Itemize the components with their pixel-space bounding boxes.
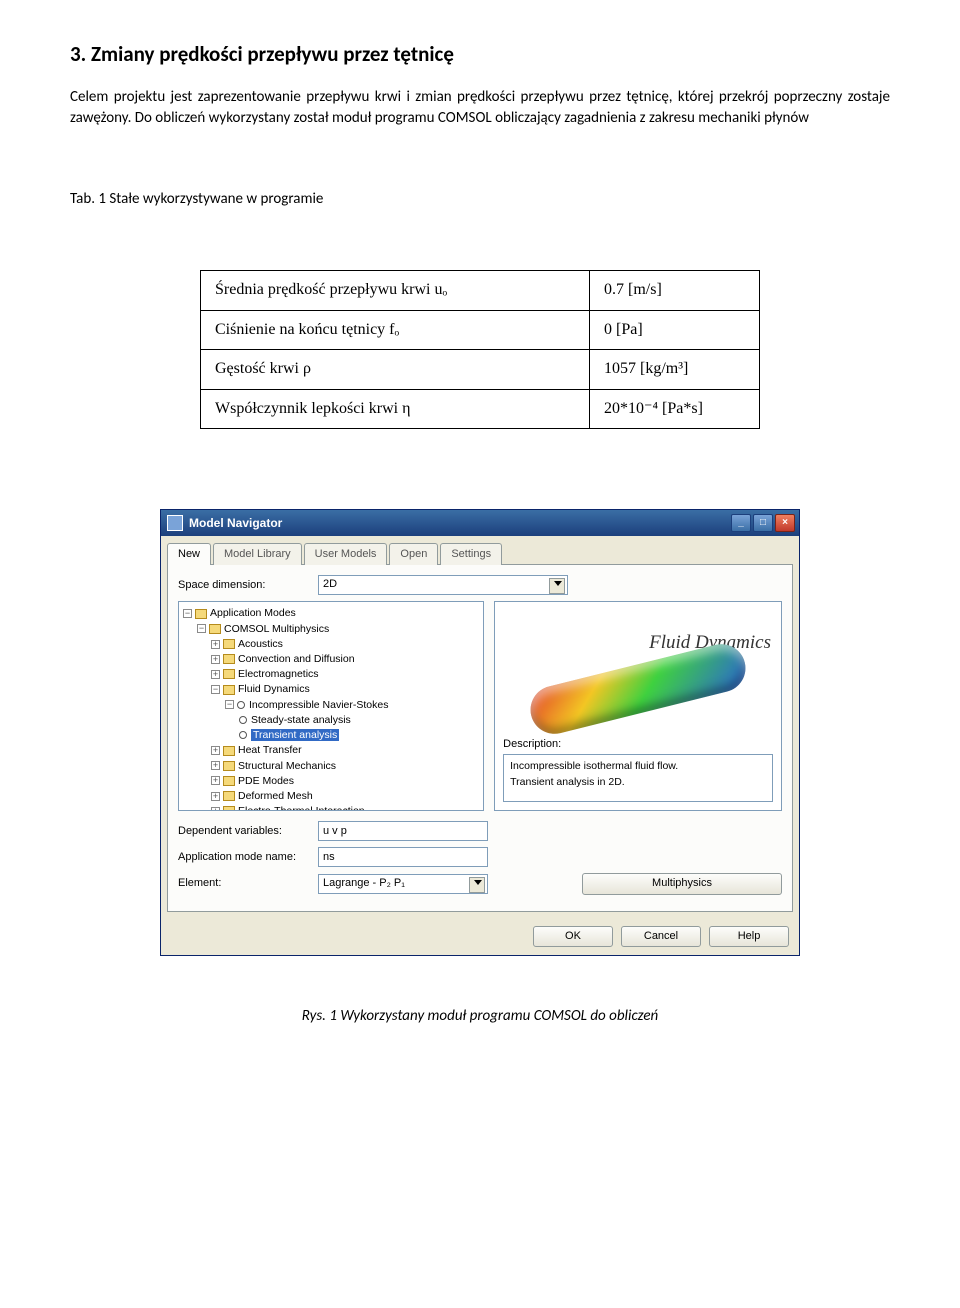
tab-settings[interactable]: Settings <box>440 543 502 565</box>
tree-item[interactable]: Acoustics <box>238 638 283 650</box>
minimize-button[interactable]: _ <box>731 514 751 532</box>
application-modes-tree[interactable]: −Application Modes −COMSOL Multiphysics … <box>178 601 484 811</box>
chevron-down-icon <box>554 581 562 586</box>
table-row: Współczynnik lepkości krwi η 20*10⁻⁴ [Pa… <box>201 389 760 428</box>
tab-new[interactable]: New <box>167 543 211 565</box>
tree-item[interactable]: Electromagnetics <box>238 668 319 680</box>
multiphysics-button[interactable]: Multiphysics <box>582 873 782 894</box>
const-name: Gęstość krwi ρ <box>201 350 590 389</box>
tab-strip: New Model Library User Models Open Setti… <box>161 536 799 564</box>
tree-item[interactable]: Structural Mechanics <box>238 760 336 772</box>
dependent-variables-label: Dependent variables: <box>178 824 318 839</box>
const-value: 0 [Pa] <box>590 310 760 349</box>
tab-user-models[interactable]: User Models <box>304 543 388 565</box>
folder-icon <box>223 776 235 786</box>
tree-item[interactable]: PDE Modes <box>238 775 294 787</box>
element-label: Element: <box>178 876 318 891</box>
tree-comsol[interactable]: COMSOL Multiphysics <box>224 623 329 635</box>
expand-icon[interactable]: + <box>211 670 220 679</box>
folder-icon <box>223 669 235 679</box>
cancel-button[interactable]: Cancel <box>621 926 701 947</box>
tree-steady-state[interactable]: Steady-state analysis <box>251 714 351 726</box>
collapse-icon[interactable]: − <box>183 609 192 618</box>
folder-icon <box>223 685 235 695</box>
collapse-icon[interactable]: − <box>197 624 206 633</box>
node-icon <box>239 716 247 724</box>
intro-paragraph: Celem projektu jest zaprezentowanie prze… <box>70 87 890 129</box>
tree-item[interactable]: Convection and Diffusion <box>238 653 355 665</box>
maximize-button[interactable]: □ <box>753 514 773 532</box>
description-line: Incompressible isothermal fluid flow. <box>510 759 766 775</box>
constants-table: Średnia prędkość przepływu krwi uₒ 0.7 [… <box>200 270 760 429</box>
mode-name-label: Application mode name: <box>178 850 318 865</box>
fluid-dynamics-illustration <box>526 639 751 739</box>
folder-icon <box>223 746 235 756</box>
const-name: Średnia prędkość przepływu krwi uₒ <box>201 271 590 310</box>
space-dimension-select[interactable]: 2D <box>318 575 568 595</box>
help-button[interactable]: Help <box>709 926 789 947</box>
section-heading: 3. Zmiany prędkości przepływu przez tętn… <box>70 40 890 69</box>
expand-icon[interactable]: + <box>211 746 220 755</box>
folder-icon <box>223 654 235 664</box>
expand-icon[interactable]: + <box>211 776 220 785</box>
tree-root[interactable]: Application Modes <box>210 607 296 619</box>
folder-icon <box>223 761 235 771</box>
collapse-icon[interactable]: − <box>225 700 234 709</box>
table-row: Gęstość krwi ρ 1057 [kg/m³] <box>201 350 760 389</box>
element-value: Lagrange - P₂ P₁ <box>323 877 405 889</box>
ok-button[interactable]: OK <box>533 926 613 947</box>
tab-model-library[interactable]: Model Library <box>213 543 302 565</box>
preview-pane: Fluid Dynamics Description: Incompressib… <box>494 601 782 811</box>
tree-fluid-dynamics[interactable]: Fluid Dynamics <box>238 683 310 695</box>
description-line: Transient analysis in 2D. <box>510 775 766 791</box>
app-icon <box>167 515 183 531</box>
description-label: Description: <box>503 737 773 752</box>
expand-icon[interactable]: + <box>211 807 220 811</box>
expand-icon[interactable]: + <box>211 640 220 649</box>
tree-item[interactable]: Heat Transfer <box>238 744 302 756</box>
table-row: Ciśnienie na końcu tętnicy fₒ 0 [Pa] <box>201 310 760 349</box>
tree-transient-analysis[interactable]: Transient analysis <box>251 729 339 741</box>
node-icon <box>237 701 245 709</box>
description-box: Incompressible isothermal fluid flow. Tr… <box>503 754 773 802</box>
folder-icon <box>195 609 207 619</box>
folder-icon <box>209 624 221 634</box>
space-dimension-label: Space dimension: <box>178 578 318 593</box>
folder-icon <box>223 806 235 811</box>
expand-icon[interactable]: + <box>211 761 220 770</box>
tree-item[interactable]: Electro-Thermal Interaction <box>238 805 365 811</box>
mode-name-field[interactable] <box>318 847 488 867</box>
tab-panel-new: Space dimension: 2D −Application Modes −… <box>167 564 793 911</box>
tab-open[interactable]: Open <box>389 543 438 565</box>
const-value: 1057 [kg/m³] <box>590 350 760 389</box>
chevron-down-icon <box>474 880 482 885</box>
expand-icon[interactable]: + <box>211 792 220 801</box>
const-name: Ciśnienie na końcu tętnicy fₒ <box>201 310 590 349</box>
tree-item[interactable]: Deformed Mesh <box>238 790 313 802</box>
folder-icon <box>223 639 235 649</box>
tree-navier-stokes[interactable]: Incompressible Navier-Stokes <box>249 699 388 711</box>
const-value: 0.7 [m/s] <box>590 271 760 310</box>
space-dimension-value: 2D <box>323 578 337 590</box>
node-icon <box>239 731 247 739</box>
const-value: 20*10⁻⁴ [Pa*s] <box>590 389 760 428</box>
folder-icon <box>223 791 235 801</box>
collapse-icon[interactable]: − <box>211 685 220 694</box>
figure-caption: Rys. 1 Wykorzystany moduł programu COMSO… <box>70 1006 890 1027</box>
titlebar[interactable]: Model Navigator _ □ × <box>161 510 799 536</box>
close-button[interactable]: × <box>775 514 795 532</box>
element-select[interactable]: Lagrange - P₂ P₁ <box>318 874 488 894</box>
table-caption: Tab. 1 Stałe wykorzystywane w programie <box>70 189 890 210</box>
model-navigator-dialog: Model Navigator _ □ × New Model Library … <box>160 509 800 956</box>
const-name: Współczynnik lepkości krwi η <box>201 389 590 428</box>
table-row: Średnia prędkość przepływu krwi uₒ 0.7 [… <box>201 271 760 310</box>
window-title: Model Navigator <box>189 515 282 532</box>
expand-icon[interactable]: + <box>211 655 220 664</box>
dependent-variables-field[interactable] <box>318 821 488 841</box>
